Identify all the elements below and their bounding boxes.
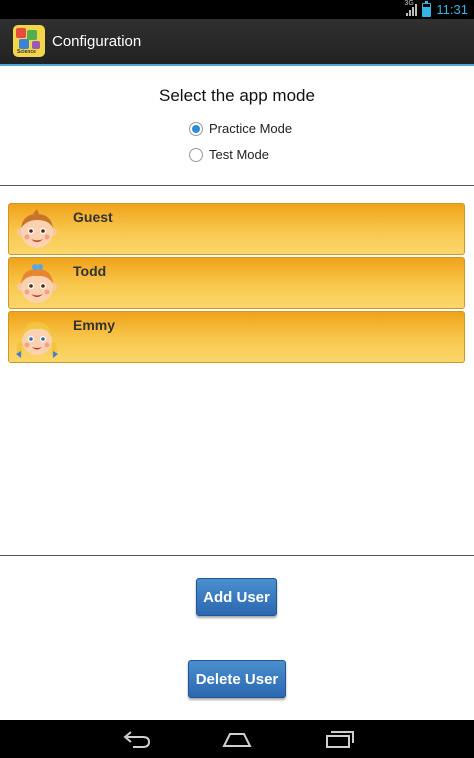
test-mode-label: Test Mode xyxy=(209,147,269,162)
clock: 11:31 xyxy=(436,2,468,17)
user-row-guest[interactable]: Guest xyxy=(8,203,465,255)
app-icon[interactable]: Science xyxy=(13,25,45,57)
test-mode-option[interactable]: Test Mode xyxy=(189,147,269,162)
girl-pigtails-face-icon xyxy=(16,322,58,358)
practice-mode-label: Practice Mode xyxy=(209,121,293,136)
battery-icon xyxy=(422,0,432,17)
network-type: 3G xyxy=(404,0,414,7)
practice-mode-radio[interactable] xyxy=(189,121,203,136)
user-name: Todd xyxy=(73,263,107,279)
action-bar-divider xyxy=(0,64,474,66)
add-user-button[interactable]: Add User xyxy=(196,578,277,616)
section-divider xyxy=(0,185,474,186)
mode-title: Select the app mode xyxy=(159,86,315,105)
home-icon[interactable] xyxy=(221,728,253,750)
back-icon[interactable] xyxy=(121,728,153,750)
user-name: Emmy xyxy=(73,317,116,333)
page-title: Configuration xyxy=(52,33,142,50)
girl-face-icon xyxy=(17,264,57,303)
action-bar: Science Configuration xyxy=(0,19,474,64)
user-name: Guest xyxy=(73,209,113,225)
practice-mode-option[interactable]: Practice Mode xyxy=(189,121,292,136)
recent-apps-icon[interactable] xyxy=(323,728,355,750)
signal-icon: 3G xyxy=(404,0,418,16)
user-row-todd[interactable]: Todd xyxy=(8,257,465,309)
list-divider xyxy=(0,555,474,556)
navigation-bar xyxy=(0,720,474,758)
delete-user-button[interactable]: Delete User xyxy=(188,660,286,698)
boy-face-icon xyxy=(17,209,57,248)
status-bar: 3G 11:31 xyxy=(0,0,474,19)
user-row-emmy[interactable]: Emmy xyxy=(8,311,465,363)
test-mode-radio[interactable] xyxy=(189,147,203,162)
